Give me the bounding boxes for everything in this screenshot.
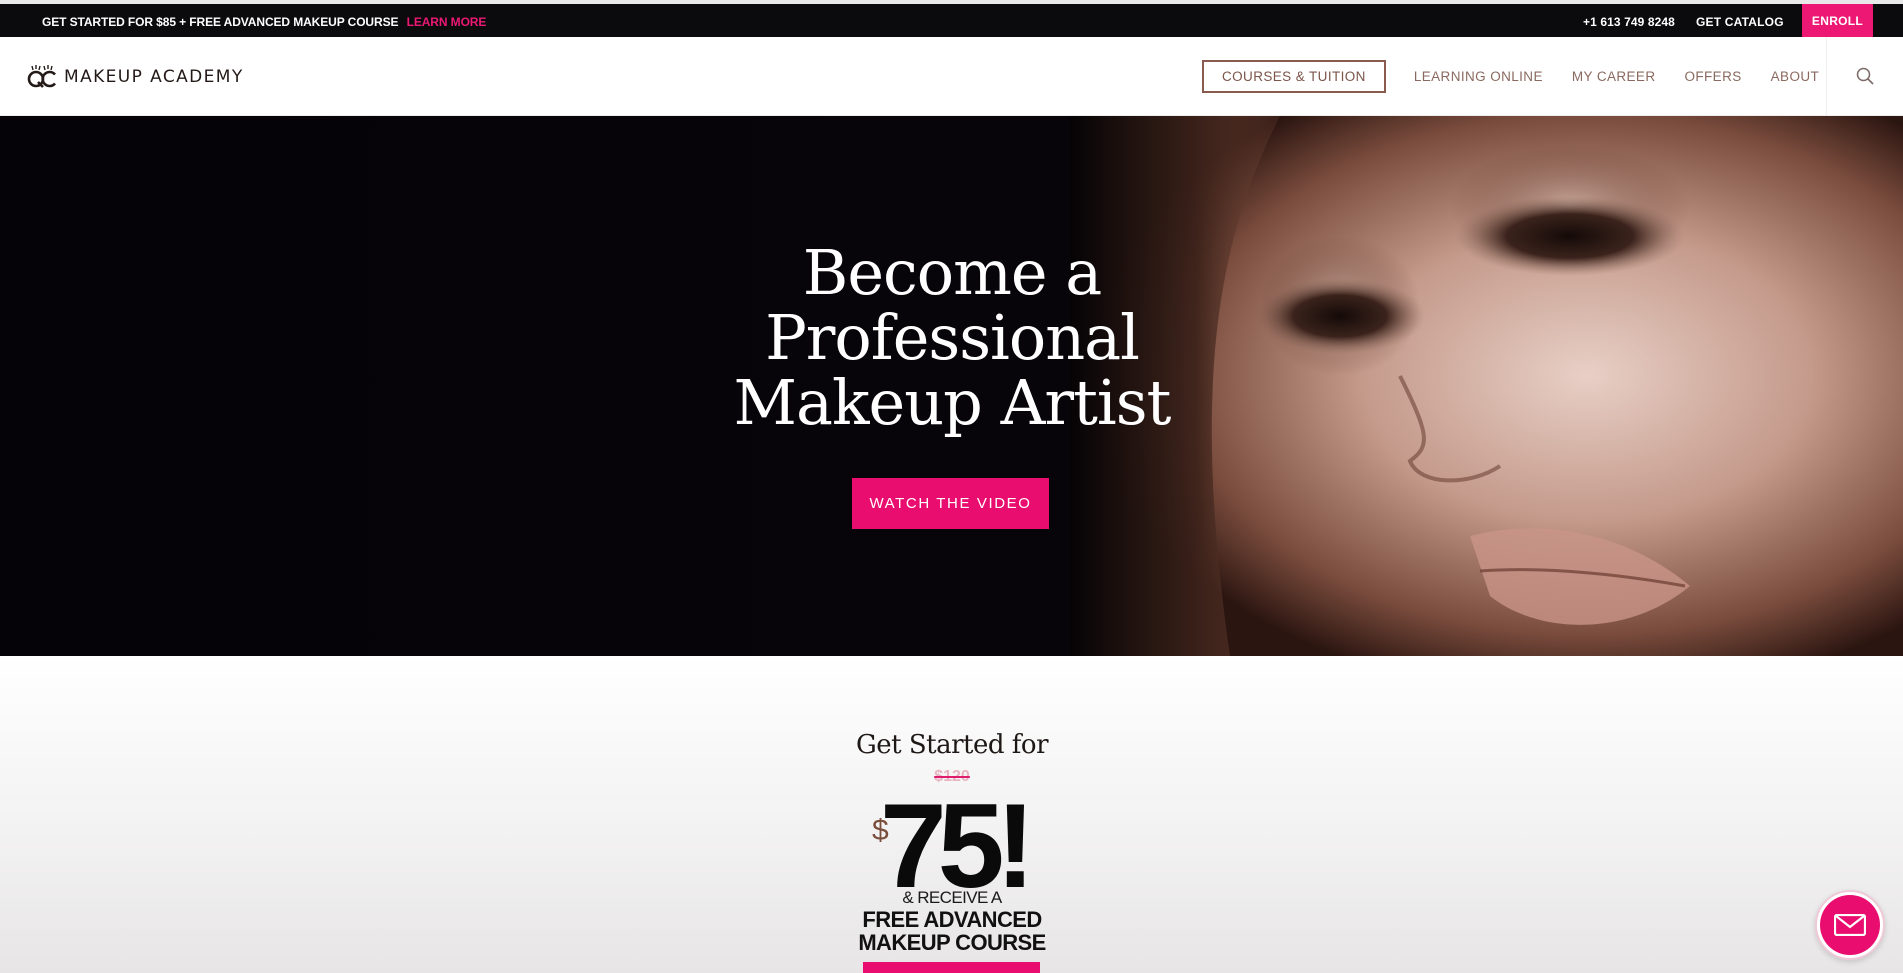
offer-section: Get Started for $120 $ 75! & RECEIVE A F… — [0, 656, 1903, 973]
hero-title: Become a Professional Makeup Artist — [652, 240, 1252, 435]
search-icon[interactable] — [1856, 67, 1874, 85]
hero-banner: Become a Professional Makeup Artist WATC… — [0, 116, 1903, 656]
hero-title-line-3: Makeup Artist — [733, 366, 1172, 439]
get-catalog-link[interactable]: GET CATALOG — [1696, 15, 1784, 29]
hero-title-line-2: Professional — [765, 301, 1140, 374]
nav-courses-tuition[interactable]: COURSES & TUITION — [1202, 59, 1386, 93]
nav-offers[interactable]: OFFERS — [1684, 69, 1741, 84]
promo-message: GET STARTED FOR $85 + FREE ADVANCED MAKE… — [42, 15, 399, 29]
logo-text: MAKEUP ACADEMY — [64, 67, 244, 87]
free-course-line-1: FREE ADVANCED — [862, 907, 1042, 932]
top-promo-bar: GET STARTED FOR $85 + FREE ADVANCED MAKE… — [0, 0, 1903, 37]
watch-video-button[interactable]: WATCH THE VIDEO — [852, 478, 1049, 529]
offer-button[interactable] — [863, 962, 1040, 973]
main-nav: COURSES & TUITION LEARNING ONLINE MY CAR… — [1202, 59, 1848, 93]
nav-my-career[interactable]: MY CAREER — [1572, 69, 1656, 84]
site-header: MAKEUP ACADEMY COURSES & TUITION LEARNIN… — [0, 37, 1903, 116]
contact-mail-button[interactable] — [1815, 890, 1885, 960]
header-divider — [1826, 37, 1827, 116]
hero-title-line-1: Become a — [802, 236, 1102, 309]
get-started-heading: Get Started for — [855, 730, 1049, 760]
logo[interactable]: MAKEUP ACADEMY — [26, 65, 244, 89]
phone-link[interactable]: +1 613 749 8248 — [1583, 15, 1675, 29]
learn-more-link[interactable]: LEARN MORE — [407, 15, 487, 29]
promo-text: GET STARTED FOR $85 + FREE ADVANCED MAKE… — [42, 15, 486, 29]
free-course-line-2: MAKEUP COURSE — [858, 930, 1046, 955]
envelope-icon — [1834, 914, 1866, 936]
qc-logo-icon — [27, 65, 56, 88]
free-course-text: FREE ADVANCED MAKEUP COURSE — [802, 908, 1102, 954]
nav-learning-online[interactable]: LEARNING ONLINE — [1414, 69, 1543, 84]
mail-button-inner — [1820, 895, 1880, 955]
enroll-button[interactable]: ENROLL — [1802, 4, 1873, 37]
receive-text: & RECEIVE A — [902, 888, 1002, 907]
nav-about[interactable]: ABOUT — [1771, 69, 1820, 84]
